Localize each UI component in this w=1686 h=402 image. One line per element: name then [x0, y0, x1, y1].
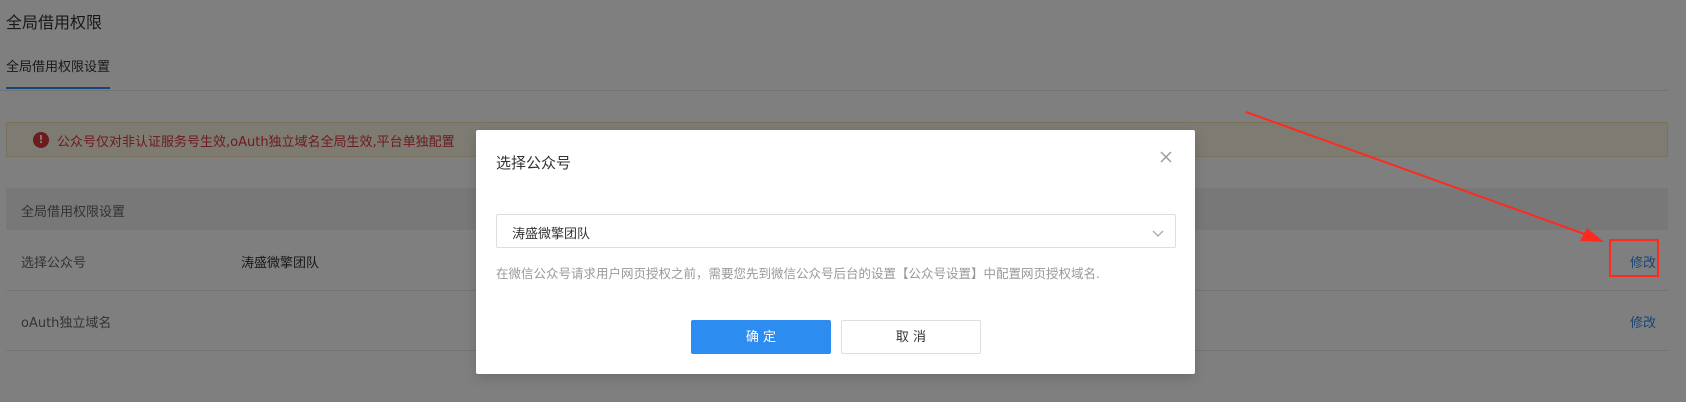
select-account-modal: 选择公众号 涛盛微擎团队 在微信公众号请求用户网页授权之前，需要您先到微信公众号… [476, 130, 1195, 374]
chevron-down-icon [1151, 225, 1165, 239]
confirm-button[interactable]: 确 定 [691, 320, 831, 354]
account-select[interactable]: 涛盛微擎团队 [496, 214, 1176, 248]
modal-title: 选择公众号 [496, 154, 572, 172]
cancel-button[interactable]: 取 消 [841, 320, 981, 354]
select-value: 涛盛微擎团队 [512, 227, 591, 242]
help-text: 在微信公众号请求用户网页授权之前，需要您先到微信公众号后台的设置【公众号设置】中… [496, 266, 1100, 281]
close-icon[interactable] [1157, 148, 1175, 166]
